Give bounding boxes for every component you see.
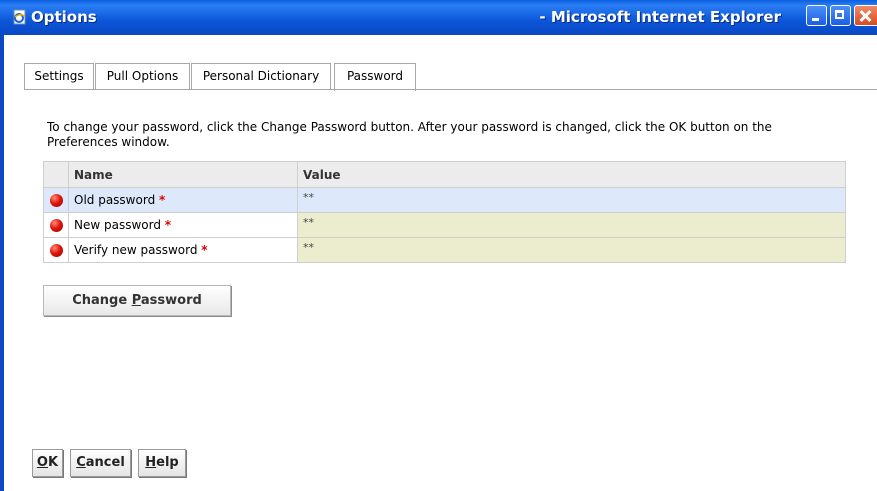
row-label: Verify new password (74, 243, 198, 257)
tab-personal-dictionary[interactable]: Personal Dictionary (191, 63, 331, 89)
button-label-rest: K (47, 455, 59, 470)
value-column-header: Value (297, 161, 846, 188)
cancel-button[interactable]: Cancel (70, 449, 131, 477)
button-label-post: assword (140, 293, 202, 308)
ok-button[interactable]: OK (32, 449, 63, 477)
table-row-old-password[interactable]: Old password * ** (43, 187, 846, 213)
button-accelerator: H (145, 455, 157, 470)
window-frame-left (0, 35, 4, 491)
table-row-verify-password[interactable]: Verify new password * ** (43, 237, 846, 263)
new-password-field[interactable]: ** (297, 212, 846, 238)
button-label-rest: ancel (85, 455, 125, 470)
name-cell: New password * (68, 212, 298, 238)
name-cell: Old password * (68, 187, 298, 213)
ie-page-icon (13, 9, 26, 25)
instructions-text: To change your password, click the Chang… (47, 120, 772, 149)
password-table: Name Value Old password * ** New passwor… (43, 161, 846, 263)
maximize-button[interactable] (830, 5, 851, 26)
tab-password[interactable]: Password (334, 63, 416, 91)
indicator-header (43, 161, 69, 188)
button-accelerator: P (131, 293, 141, 308)
table-header: Name Value (43, 161, 846, 188)
masked-value: ** (303, 216, 314, 229)
button-label-pre: Change (72, 293, 132, 308)
row-label: New password (74, 218, 161, 232)
status-dot-icon (49, 244, 63, 257)
window-title: Options (31, 8, 97, 26)
required-star: * (159, 193, 166, 207)
table-row-new-password[interactable]: New password * ** (43, 212, 846, 238)
row-status (43, 187, 69, 213)
close-button[interactable] (854, 5, 877, 26)
tab-settings[interactable]: Settings (24, 63, 94, 89)
minimize-button[interactable] (806, 5, 827, 26)
change-password-button[interactable]: Change Password (43, 285, 231, 316)
masked-value: ** (303, 191, 314, 204)
window-titlebar: Options - Microsoft Internet Explorer (0, 0, 877, 35)
row-status (43, 212, 69, 238)
button-label-rest: elp (156, 455, 179, 470)
required-star: * (164, 218, 172, 232)
masked-value: ** (303, 241, 314, 254)
browser-name: - Microsoft Internet Explorer (539, 8, 781, 26)
required-star: * (201, 243, 208, 257)
status-dot-icon (49, 194, 63, 207)
row-status (43, 237, 69, 263)
name-column-header: Name (68, 161, 298, 188)
status-dot-icon (49, 219, 63, 232)
tab-divider (24, 89, 877, 90)
verify-password-field[interactable]: ** (297, 237, 846, 263)
button-accelerator: C (76, 455, 86, 470)
tab-pull-options[interactable]: Pull Options (95, 63, 190, 89)
button-accelerator: O (36, 455, 48, 470)
old-password-field[interactable]: ** (297, 187, 846, 213)
row-label: Old password (74, 193, 156, 207)
help-button[interactable]: Help (138, 449, 186, 477)
name-cell: Verify new password * (68, 237, 298, 263)
